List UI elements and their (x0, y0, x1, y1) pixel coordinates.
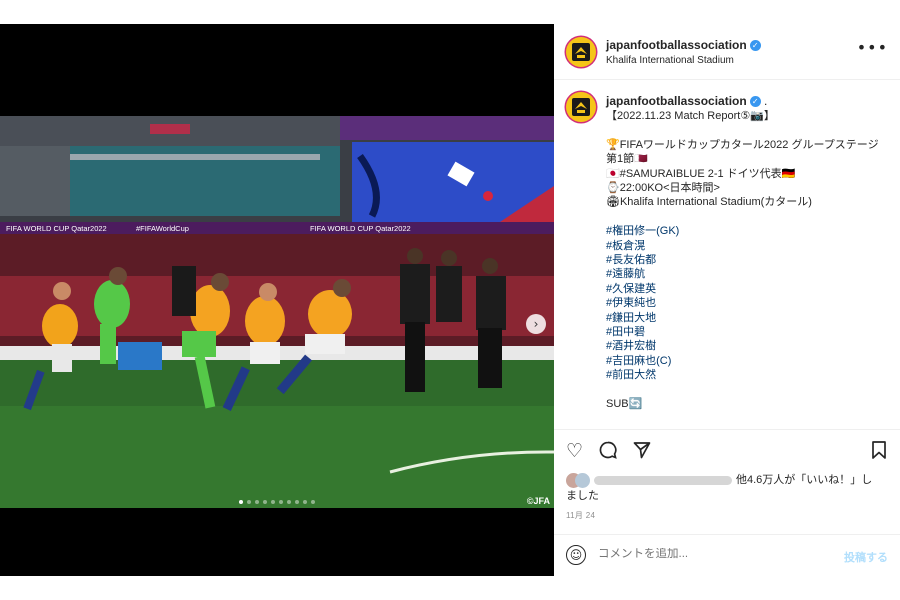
post-date[interactable]: 11月 24 (566, 510, 595, 521)
send-icon[interactable] (632, 440, 652, 465)
caption-dot: . (764, 94, 768, 108)
caption-avatar[interactable] (566, 92, 596, 122)
carousel-dot (271, 500, 275, 504)
verified-badge-icon: ✓ (749, 96, 761, 108)
likes-text-continued: ました (566, 490, 599, 502)
hashtag-link[interactable]: #酒井宏樹 (606, 339, 886, 353)
likes-text: 他4.6万人が「いいね！」し (736, 474, 873, 486)
post-actions: ♡ (554, 440, 900, 464)
carousel-dot (295, 500, 299, 504)
carousel-dot (255, 500, 259, 504)
banner-right-text: #FIFAWorldCup (136, 224, 189, 233)
liker-avatar (575, 472, 590, 488)
caption-line: 🇯🇵#SAMURAIBLUE 2-1 ドイツ代表🇩🇪 (606, 167, 796, 180)
emoji-icon[interactable]: ☺ (566, 545, 586, 565)
likes-summary[interactable]: 他4.6万人が「いいね！」し ました (566, 472, 886, 504)
post-location[interactable]: Khalifa International Stadium (606, 55, 734, 66)
comment-input[interactable] (598, 548, 798, 560)
post-media: FIFA WORLD CUP Qatar2022 #FIFAWorldCup F… (0, 24, 554, 576)
bookmark-icon[interactable] (870, 440, 888, 465)
blurred-username (594, 475, 732, 485)
celebration-photo: FIFA WORLD CUP Qatar2022 #FIFAWorldCup F… (0, 116, 554, 508)
carousel-dot (239, 500, 243, 504)
comment-icon[interactable] (598, 440, 618, 465)
hashtag-link[interactable]: #吉田麻也(C) (606, 354, 886, 368)
post-caption: japanfootballassociation ✓ . 【2022.11.23 … (554, 79, 900, 430)
caption-line: SUB🔄 (606, 398, 643, 411)
verified-badge-icon: ✓ (749, 40, 761, 52)
more-options-icon[interactable]: ••• (857, 38, 888, 57)
caption-line: 【2022.11.23 Match Report⑤📷】 (606, 110, 775, 122)
carousel-next-button[interactable]: › (526, 314, 546, 334)
hashtag-link[interactable]: #田中碧 (606, 325, 886, 339)
carousel-dot (279, 500, 283, 504)
heart-icon[interactable]: ♡ (566, 440, 583, 462)
carousel-dot (247, 500, 251, 504)
hashtag-link[interactable]: #久保建英 (606, 282, 886, 296)
hashtag-link[interactable]: #板倉滉 (606, 239, 886, 253)
hashtag-link[interactable]: #伊東純也 (606, 296, 886, 310)
post-photo[interactable]: FIFA WORLD CUP Qatar2022 #FIFAWorldCup F… (0, 116, 554, 508)
username-text[interactable]: japanfootballassociation (606, 38, 747, 52)
caption-line: 🏟Khalifa International Stadium(カタール) (606, 196, 812, 209)
svg-text:FIFA WORLD CUP Qatar2022: FIFA WORLD CUP Qatar2022 (310, 224, 411, 233)
save-bookmark-icon (872, 441, 886, 459)
hashtag-link[interactable]: #権田修一(GK) (606, 224, 886, 238)
caption-line (606, 210, 886, 224)
caption-line: 🏆FIFAワールドカップカタール2022 グループステージ第1節🇶🇦 (606, 138, 879, 166)
hashtag-link[interactable]: #前田大然 (606, 368, 886, 382)
comment-bar: ☺ 投稿する (554, 534, 900, 577)
carousel-indicator (0, 491, 554, 509)
caption-username-text[interactable]: japanfootballassociation (606, 94, 747, 108)
post-side-panel: japanfootballassociation ✓ Khalifa Intern… (554, 24, 900, 576)
jfa-logo-icon (572, 43, 590, 61)
caption-line (606, 383, 886, 397)
hashtag-link[interactable]: #長友佑都 (606, 253, 886, 267)
carousel-dot (287, 500, 291, 504)
post-username[interactable]: japanfootballassociation ✓ (606, 38, 761, 52)
jfa-logo-icon (572, 98, 590, 116)
hashtag-link[interactable]: #鎌田大地 (606, 311, 886, 325)
carousel-dot (263, 500, 267, 504)
avatar[interactable] (566, 37, 596, 67)
post-comment-button[interactable]: 投稿する (844, 549, 888, 565)
banner-left-text: FIFA WORLD CUP Qatar2022 (6, 224, 107, 233)
carousel-dot (311, 500, 315, 504)
post-header: japanfootballassociation ✓ Khalifa Intern… (554, 24, 900, 80)
paper-plane-icon (633, 442, 651, 459)
caption-line: ⌚22:00KO<日本時間> (606, 182, 720, 195)
comment-bubble-icon (599, 441, 617, 459)
carousel-dot (303, 500, 307, 504)
hashtag-link[interactable]: #遠藤航 (606, 267, 886, 281)
caption-username[interactable]: japanfootballassociation ✓ . (606, 94, 767, 108)
caption-text: 【2022.11.23 Match Report⑤📷】 🏆FIFAワールドカップカ… (606, 109, 886, 411)
instagram-post-modal: FIFA WORLD CUP Qatar2022 #FIFAWorldCup F… (0, 24, 900, 576)
caption-line (606, 123, 886, 137)
